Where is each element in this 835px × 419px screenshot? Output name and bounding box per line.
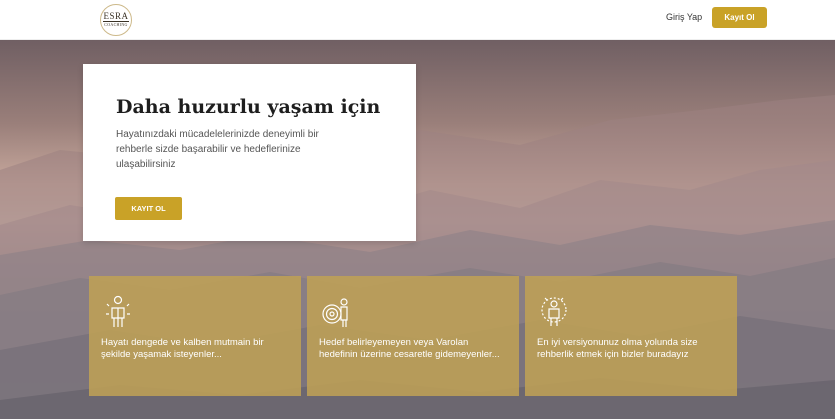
feature-card[interactable]: Hayatı dengede ve kalben mutmain bir şek… [89, 276, 301, 396]
feature-card[interactable]: En iyi versiyonunuz olma yolunda size re… [525, 276, 737, 396]
feature-text: En iyi versiyonunuz olma yolunda size re… [537, 337, 698, 360]
logo-subtext: COACHING [104, 22, 128, 27]
balance-person-icon [106, 295, 130, 327]
signup-button[interactable]: Kayıt Ol [712, 7, 767, 28]
feature-text: Hedef belirleyemeyen veya Varolan hedefi… [319, 337, 500, 360]
hero-signup-button[interactable]: KAYIT OL [115, 197, 182, 220]
logo-text: ESRA [103, 11, 129, 22]
login-link[interactable]: Giriş Yap [666, 12, 702, 22]
top-navbar: ESRA COACHING Giriş Yap Kayıt Ol [0, 0, 835, 40]
feature-card[interactable]: Hedef belirleyemeyen veya Varolan hedefi… [307, 276, 519, 396]
target-person-icon [322, 298, 348, 327]
hero-title: Daha huzurlu yaşam için [116, 96, 381, 118]
hero-card: Daha huzurlu yaşam için Hayatınızdaki mü… [83, 64, 416, 241]
brand-logo[interactable]: ESRA COACHING [100, 4, 132, 36]
hero-subtitle: Hayatınızdaki mücadelelerinizde deneyiml… [116, 129, 319, 170]
feature-text: Hayatı dengede ve kalben mutmain bir şek… [101, 337, 264, 360]
growth-person-icon [541, 297, 567, 326]
